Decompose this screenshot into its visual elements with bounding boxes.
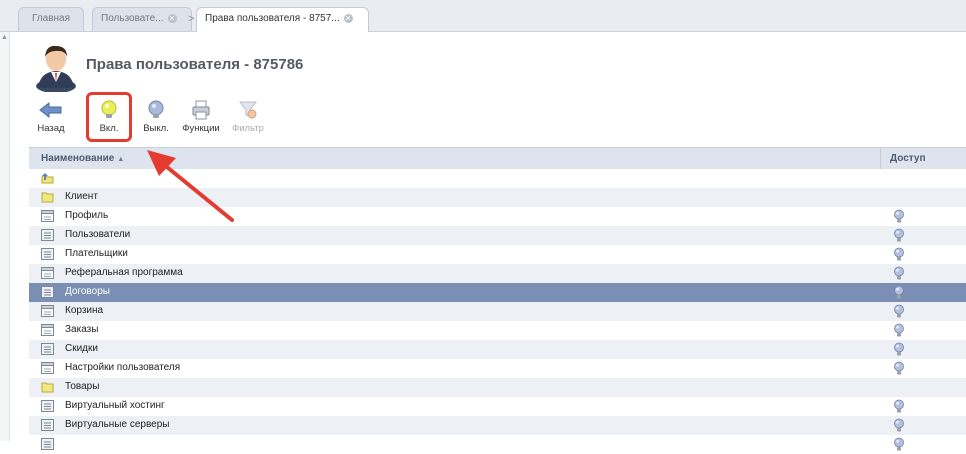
table-row[interactable]: Договоры: [29, 283, 966, 302]
row-label: Профиль: [65, 210, 109, 221]
tab-users[interactable]: Пользовате... ✕: [92, 7, 192, 31]
form-icon: [41, 267, 54, 279]
scroll-up-icon[interactable]: ▲: [1, 34, 8, 41]
form-icon: [41, 324, 54, 336]
grid-header: Наименование ▲ Доступ: [29, 147, 966, 170]
table-row[interactable]: Настройки пользователя: [29, 359, 966, 378]
filter-icon: [239, 101, 257, 119]
user-avatar-icon: [36, 45, 76, 92]
column-separator[interactable]: [880, 148, 881, 169]
table-row[interactable]: Товары: [29, 378, 966, 397]
off-button[interactable]: Выкл.: [134, 100, 178, 140]
row-label: Пользователи: [65, 229, 131, 240]
row-label: Реферальная программа: [65, 267, 183, 278]
back-button[interactable]: Назад: [29, 100, 73, 140]
row-label: Заказы: [65, 324, 99, 335]
tab-label: Главная: [31, 13, 71, 24]
chevron-right-icon: >: [188, 13, 195, 25]
folder-icon: [41, 382, 54, 393]
column-header-name[interactable]: Наименование ▲: [41, 153, 124, 164]
row-label: Плательщики: [65, 248, 128, 259]
access-lightbulb-icon[interactable]: [893, 285, 905, 300]
printer-icon: [192, 100, 210, 120]
row-label: Клиент: [65, 191, 98, 202]
back-arrow-icon: [39, 101, 62, 119]
tab-label: Права пользователя - 8757...: [205, 13, 340, 24]
table-row[interactable]: Профиль: [29, 207, 966, 226]
row-label: Виртуальные серверы: [65, 419, 170, 430]
grid-body: Клиент Профиль Пользователи Плательщики Рефе…: [29, 169, 966, 454]
list-icon: [41, 229, 54, 241]
column-header-label: Наименование: [41, 153, 115, 164]
highlight-annotation: [86, 92, 132, 142]
table-row[interactable]: Пользователи: [29, 226, 966, 245]
table-row[interactable]: Реферальная программа: [29, 264, 966, 283]
access-lightbulb-icon[interactable]: [893, 437, 905, 452]
list-icon: [41, 438, 54, 450]
access-lightbulb-icon[interactable]: [893, 228, 905, 243]
access-lightbulb-icon[interactable]: [893, 323, 905, 338]
sort-ascending-icon: ▲: [117, 156, 125, 163]
scrollbar[interactable]: ▲: [0, 32, 10, 441]
folder-icon: [41, 192, 54, 203]
tab-bar: Главная Пользовате... ✕ > Права пользоват…: [0, 0, 966, 32]
access-lightbulb-icon[interactable]: [893, 247, 905, 262]
tab-home[interactable]: Главная: [18, 7, 84, 31]
table-row[interactable]: [29, 169, 966, 188]
off-label: Выкл.: [143, 123, 169, 134]
table-row[interactable]: Виртуальные серверы: [29, 416, 966, 435]
form-icon: [41, 305, 54, 317]
access-lightbulb-icon[interactable]: [893, 304, 905, 319]
folder-up-icon[interactable]: [41, 172, 54, 184]
form-icon: [41, 362, 54, 374]
list-icon: [41, 419, 54, 431]
column-header-access[interactable]: Доступ: [890, 153, 926, 164]
tab-label: Пользовате...: [101, 13, 164, 24]
back-label: Назад: [37, 123, 65, 134]
access-lightbulb-icon[interactable]: [893, 209, 905, 224]
access-lightbulb-icon[interactable]: [893, 342, 905, 357]
row-label: Виртуальный хостинг: [65, 400, 165, 411]
table-row[interactable]: [29, 435, 966, 454]
access-lightbulb-icon[interactable]: [893, 361, 905, 376]
page-title: Права пользователя - 875786: [86, 56, 304, 73]
filter-button[interactable]: Фильтр: [226, 100, 270, 140]
tab-user-rights[interactable]: Права пользователя - 8757... ✕: [196, 7, 369, 32]
row-label: Настройки пользователя: [65, 362, 181, 373]
access-lightbulb-icon[interactable]: [893, 399, 905, 414]
table-row[interactable]: Скидки: [29, 340, 966, 359]
access-lightbulb-icon[interactable]: [893, 266, 905, 281]
access-lightbulb-icon[interactable]: [893, 418, 905, 433]
table-row[interactable]: Клиент: [29, 188, 966, 207]
list-icon: [41, 248, 54, 260]
list-icon: [41, 343, 54, 355]
filter-label: Фильтр: [232, 123, 264, 134]
close-icon[interactable]: ✕: [167, 13, 177, 23]
functions-button[interactable]: Функции: [179, 100, 223, 140]
list-icon: [41, 286, 54, 298]
table-row[interactable]: Виртуальный хостинг: [29, 397, 966, 416]
list-icon: [41, 400, 54, 412]
row-label: Корзина: [65, 305, 104, 316]
table-row[interactable]: Плательщики: [29, 245, 966, 264]
functions-label: Функции: [182, 123, 220, 134]
row-label: Скидки: [65, 343, 98, 354]
row-label: Товары: [65, 381, 100, 392]
form-icon: [41, 210, 54, 222]
row-label: Договоры: [65, 286, 110, 297]
close-icon[interactable]: ✕: [343, 13, 353, 23]
table-row[interactable]: Заказы: [29, 321, 966, 340]
lightbulb-off-icon: [148, 100, 164, 118]
table-row[interactable]: Корзина: [29, 302, 966, 321]
